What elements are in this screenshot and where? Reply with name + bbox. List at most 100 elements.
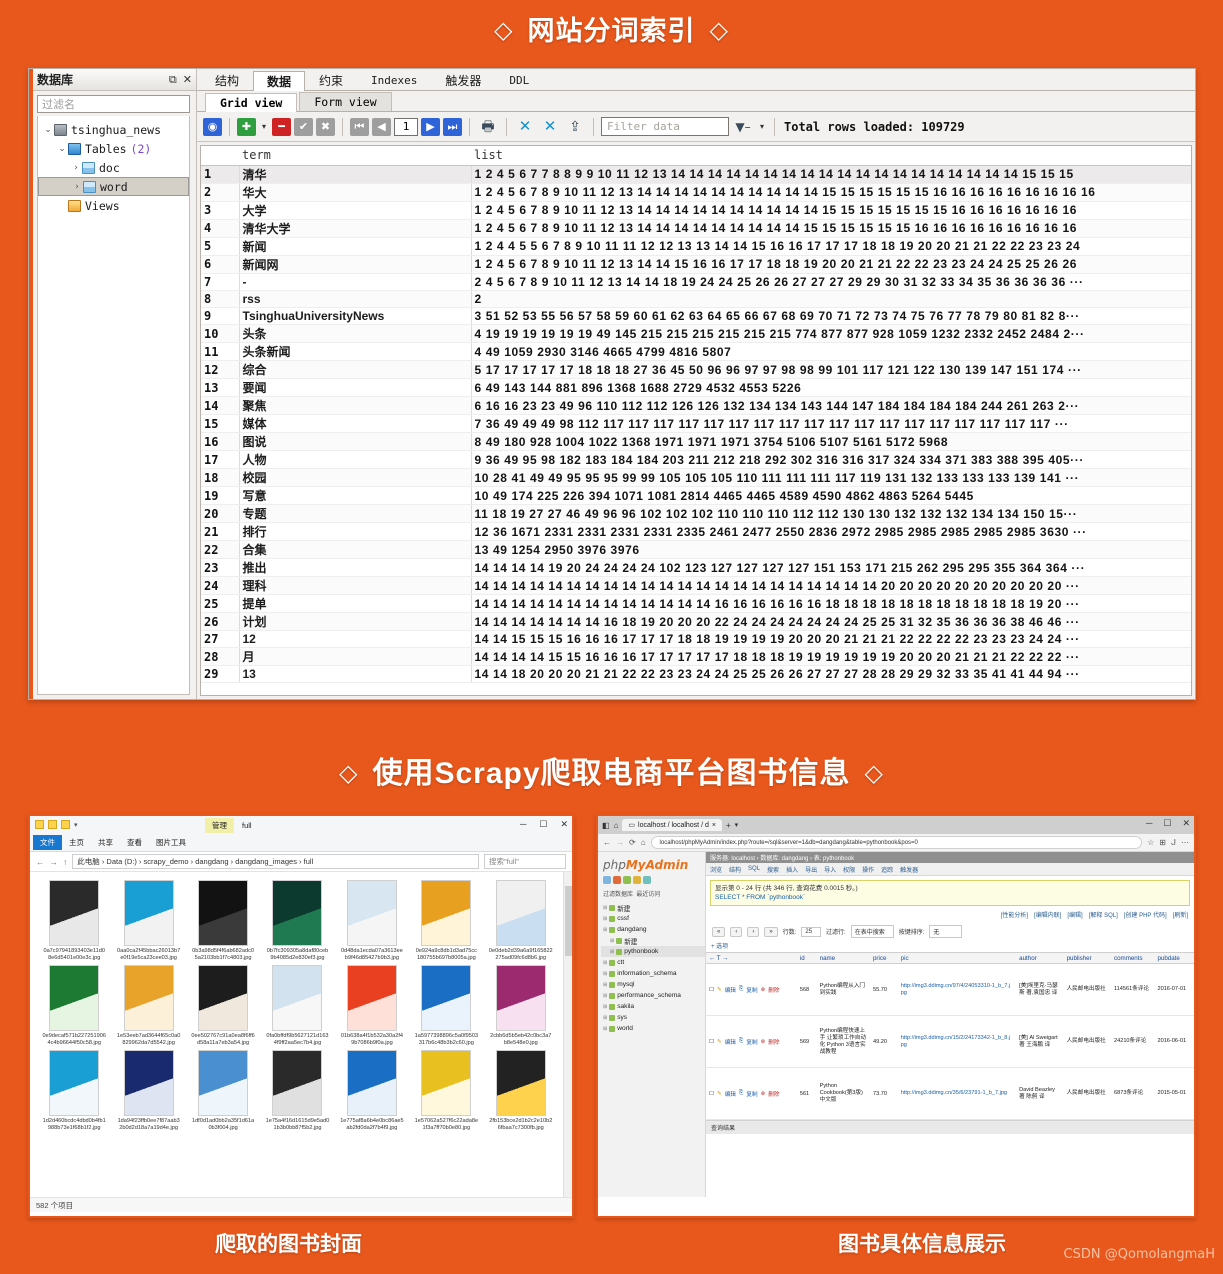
expand-arrow-icon[interactable]: › — [71, 182, 83, 192]
list-item[interactable]: 0d48da1ecda07a3613eeb9f46d85427b9b3.jpg — [336, 880, 408, 961]
settings-icon[interactable] — [643, 876, 651, 884]
sql-options-row[interactable]: [性能分析] [编辑内联] [编辑] [解释 SQL] [创建 PHP 代码] [刷新] — [706, 910, 1194, 922]
next-page-icon[interactable]: ▶ — [421, 117, 440, 136]
collapse-columns-icon[interactable]: ✕ — [514, 118, 536, 136]
cell-list[interactable]: 9 36 49 95 98 182 183 184 184 203 211 21… — [471, 450, 1191, 470]
table-row[interactable]: 11 头条新闻 4 49 1059 2930 3146 4665 4799 4816… — [201, 342, 1191, 362]
expand-arrow-icon[interactable]: ⊞ — [603, 1026, 607, 1032]
column-header-list[interactable]: list — [471, 146, 1191, 166]
cell-term[interactable]: 合集 — [239, 540, 472, 560]
last-page-icon[interactable]: ⏭ — [443, 117, 462, 136]
table-row[interactable]: 19 写意 10 49 174 225 226 394 1071 1081 2814… — [201, 486, 1191, 506]
tab-Indexes[interactable]: Indexes — [357, 70, 431, 90]
list-item[interactable]: 0b3a98d5f4f6ab682adc05a2103bb1f7c4803.jp… — [187, 880, 259, 961]
menu-item-浏览[interactable]: 浏览 — [710, 865, 722, 874]
list-item[interactable]: 1e57062a527f6c22ada8e1f3a7ff70b0e80.jpg — [410, 1050, 482, 1131]
table-row[interactable]: 9 TsinghuaUniversityNews 3 51 52 53 55 56 … — [201, 307, 1191, 326]
row-actions[interactable]: ☐ ✎ 编辑 ⎘ 复制 ⊗ 删除 — [706, 983, 797, 997]
cell-list[interactable]: 12 36 1671 2331 2331 2331 2331 2335 2461… — [471, 522, 1191, 542]
expand-columns-icon[interactable]: ✕ — [539, 118, 561, 136]
subtab-grid-view[interactable]: Grid view — [205, 93, 298, 112]
book-cover-image[interactable] — [49, 965, 100, 1032]
delete-label[interactable]: 删除 — [768, 1038, 779, 1046]
print-icon[interactable]: 🖶 — [477, 118, 499, 136]
edit-icon[interactable]: ✎ — [717, 987, 722, 993]
cell-list[interactable]: 8 49 180 928 1004 1022 1368 1971 1971 19… — [471, 432, 1191, 452]
cell-list[interactable]: 6 16 16 23 23 49 96 110 112 112 126 126 … — [471, 396, 1191, 416]
help-icon[interactable] — [633, 876, 641, 884]
expand-arrow-icon[interactable]: ⊞ — [603, 971, 607, 977]
book-cover-image[interactable] — [123, 965, 174, 1032]
cell-term[interactable]: 计划 — [239, 612, 472, 632]
database-tree[interactable]: ⊞ 新建 ⊞ cssf ⊞ dangdang ⊞ 新建 ⊞ pythonbook ⊞ ctt ⊞ info… — [601, 902, 705, 1034]
filter-caret-icon[interactable]: ▾ — [757, 122, 767, 131]
edit-icon[interactable]: ✎ — [717, 1091, 722, 1097]
row-checkbox[interactable]: ☐ — [709, 1091, 714, 1097]
cell-list[interactable]: 2 4 5 6 7 8 9 10 11 12 13 14 14 18 19 24… — [471, 273, 1191, 291]
tab-触发器[interactable]: 触发器 — [431, 70, 495, 90]
table-row[interactable]: 15 媒体 7 36 49 49 49 98 112 117 117 117 117… — [201, 414, 1191, 434]
tree-node-tables[interactable]: ⌄ Tables (2) — [38, 139, 189, 158]
cell-list[interactable]: 3 51 52 53 55 56 57 58 59 60 61 62 63 64… — [471, 307, 1191, 326]
table-row[interactable]: 10 头条 4 19 19 19 19 19 19 49 145 215 215 2… — [201, 324, 1191, 344]
cell-list[interactable]: 14 14 14 14 14 14 14 14 14 14 14 14 14 1… — [471, 576, 1191, 596]
prev-page-icon[interactable]: ◀ — [372, 117, 391, 136]
table-row[interactable]: 6 新闻网 1 2 4 5 6 7 8 9 10 11 12 13 14 14 15… — [201, 255, 1191, 274]
data-grid-container[interactable]: term list 1 清华 1 2 4 5 6 7 7 8 8 9 9 10 11… — [200, 145, 1192, 696]
add-row-caret-icon[interactable]: ▾ — [259, 122, 269, 131]
copy-label[interactable]: 复制 — [746, 986, 757, 994]
cell-list[interactable]: 1 2 4 4 5 5 6 7 8 9 10 11 11 12 12 13 13… — [471, 237, 1191, 256]
expand-arrow-icon[interactable]: ⊞ — [610, 938, 614, 944]
list-item[interactable]: 0fa0bffdf9b5627121d1634f9ff2aa5ec7b4.jpg — [261, 965, 333, 1046]
list-item[interactable]: 1e75a4f16d1615d9e5ad01b3b0bb87f5b2.jpg — [261, 1050, 333, 1131]
menu-item-操作[interactable]: 操作 — [862, 865, 874, 874]
explorer-scrollbar[interactable] — [563, 872, 572, 1197]
cell-term[interactable]: 12 — [239, 630, 472, 649]
delete-label[interactable]: 删除 — [768, 986, 779, 994]
book-cover-image[interactable] — [272, 1050, 323, 1117]
expand-arrow-icon[interactable]: ⊞ — [603, 916, 607, 922]
header-name[interactable]: name — [817, 955, 870, 962]
url-input[interactable]: localhost/phpMyAdmin/index.php?route=/sq… — [650, 836, 1143, 849]
table-row[interactable]: 7-2 4 5 6 7 8 9 10 11 12 13 14 14 18 19 … — [201, 273, 1191, 291]
db-tree-node-ctt[interactable]: ⊞ ctt — [601, 957, 705, 968]
menu-item-导入[interactable]: 导入 — [824, 865, 836, 874]
book-cover-image[interactable] — [198, 880, 249, 946]
table-row[interactable]: ☐ ✎ 编辑 ⎘ 复制 ⊗ 删除 568 Python编程从入门到实践 55.70 http://i… — [706, 964, 1194, 1016]
table-row[interactable]: 21 排行 12 36 1671 2331 2331 2331 2331 2335 … — [201, 522, 1191, 542]
cell-list[interactable]: 7 36 49 49 49 98 112 117 117 117 117 117… — [471, 414, 1191, 434]
list-item[interactable]: 0e9decaf571b2272519064c4b96644f50c58.jpg — [38, 965, 110, 1046]
header-pic[interactable]: pic — [898, 955, 1017, 962]
list-item[interactable]: 1da94f23ffb0ee7f87aab32b0d2d18a7a19d4e.j… — [112, 1050, 184, 1131]
cell-term[interactable]: 排行 — [239, 522, 472, 542]
list-item[interactable]: 1df0d1ad0bb2a35f1d61a0b3f004.jpg — [187, 1050, 259, 1131]
tab-结构[interactable]: 结构 — [201, 70, 253, 90]
delete-icon[interactable]: ⊗ — [761, 1039, 766, 1045]
qat-caret-icon[interactable]: ▾ — [74, 821, 78, 829]
menu-item-权限[interactable]: 权限 — [843, 865, 855, 874]
last-page-button[interactable]: » — [764, 926, 778, 937]
cell-list[interactable]: 4 19 19 19 19 19 19 49 145 215 215 215 2… — [471, 324, 1191, 344]
delete-label[interactable]: 删除 — [768, 1090, 779, 1098]
table-row[interactable]: 28 月 14 14 14 14 15 15 16 16 16 17 17 17 1… — [201, 647, 1191, 667]
menu-item-导出[interactable]: 导出 — [805, 865, 817, 874]
list-item[interactable]: 01b638a4f1b532a30a2f49b7086b9f0a.jpg — [336, 965, 408, 1046]
db-tree-node-dangdang[interactable]: ⊞ dangdang — [601, 924, 705, 935]
table-row[interactable]: 3 大学 1 2 4 5 6 7 8 9 10 11 12 13 14 14 14 … — [201, 201, 1191, 220]
copy-label[interactable]: 复制 — [746, 1038, 757, 1046]
table-row[interactable]: 20 专题 11 18 19 27 27 46 49 96 96 102 102 1… — [201, 504, 1191, 524]
export-icon[interactable]: ⇪ — [564, 118, 586, 136]
explorer-tab-0[interactable]: 文件 — [33, 835, 62, 850]
tree-filter-input[interactable]: 过滤名 — [37, 95, 190, 113]
home-icon[interactable]: ⌂ — [641, 838, 646, 847]
db-tree-node-mysql[interactable]: ⊞ mysql — [601, 979, 705, 990]
cell-list[interactable]: 2 — [471, 290, 1191, 308]
book-cover-image[interactable] — [49, 880, 100, 946]
list-item[interactable]: 0b7fc309305a8daf80ceb9b4085d2e830ef3.jpg — [261, 880, 333, 961]
book-cover-image[interactable] — [198, 965, 249, 1032]
up-icon[interactable]: ↑ — [63, 857, 67, 867]
db-tree-node--[interactable]: ⊞ 新建 — [601, 935, 705, 946]
cell-list[interactable]: 14 14 15 15 15 16 16 16 17 17 17 18 18 1… — [471, 630, 1191, 649]
edit-label[interactable]: 编辑 — [725, 1090, 736, 1098]
breadcrumb[interactable]: 此电脑 › Data (D:) › scrapy_demo › dangdang… — [72, 854, 479, 869]
